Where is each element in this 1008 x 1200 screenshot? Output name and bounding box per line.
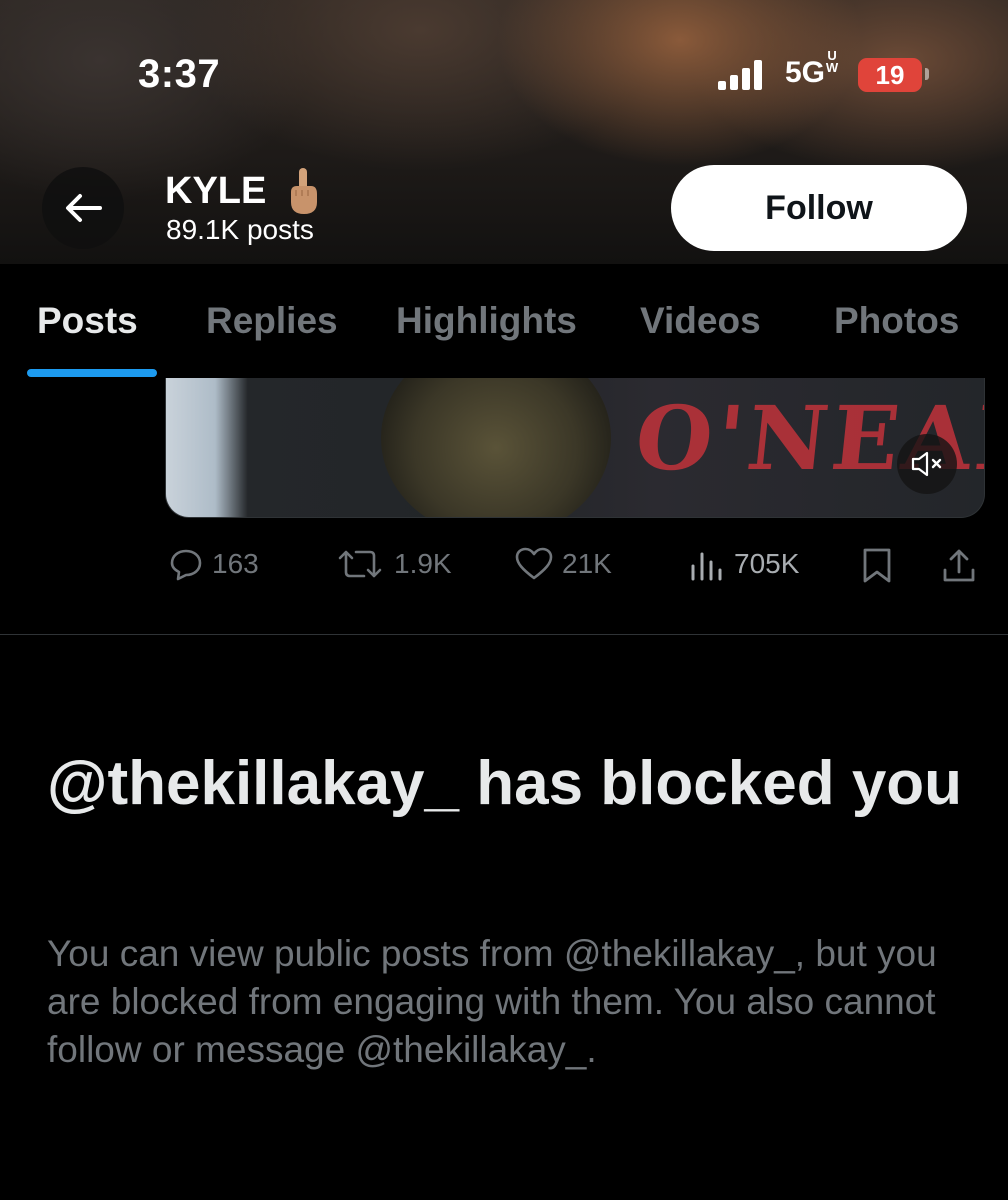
reply-count: 163	[212, 548, 259, 579]
post-action-bar: 163 1.9K 21K 705K	[0, 540, 1008, 590]
bookmark-button[interactable]	[860, 546, 902, 584]
repost-count: 1.9K	[394, 548, 452, 579]
like-action[interactable]: 21K	[514, 546, 612, 582]
tab-videos[interactable]: Videos	[640, 300, 761, 342]
blocked-notice-title: @thekillakay_ has blocked you	[47, 749, 963, 818]
mute-toggle-button[interactable]	[897, 434, 957, 494]
back-button[interactable]	[42, 167, 124, 249]
like-count: 21K	[562, 548, 612, 579]
battery-level: 19	[858, 58, 922, 92]
views-action[interactable]: 705K	[688, 546, 799, 582]
repost-icon	[338, 550, 382, 578]
speaker-muted-icon	[911, 451, 942, 477]
profile-posts-count: 89.1K posts	[166, 214, 314, 245]
reply-bubble-icon	[170, 549, 202, 581]
cellular-signal-icon	[718, 58, 768, 90]
network-sub-label: UW	[825, 48, 839, 75]
share-button[interactable]	[940, 546, 986, 586]
reply-action[interactable]: 163	[168, 546, 259, 582]
video-subject-face	[381, 378, 611, 517]
share-icon	[943, 549, 975, 582]
section-divider	[0, 634, 1008, 635]
network-indicator: 5GUW	[785, 48, 839, 89]
status-time: 3:37	[138, 52, 221, 96]
follow-button[interactable]: Follow	[671, 165, 967, 251]
bookmark-icon	[863, 548, 891, 583]
tab-photos[interactable]: Photos	[834, 300, 959, 342]
views-chart-icon	[691, 552, 722, 581]
tab-replies[interactable]: Replies	[206, 300, 338, 342]
middle-finger-emoji-icon	[291, 168, 317, 214]
arrow-left-icon	[66, 194, 102, 222]
tab-posts[interactable]: Posts	[37, 300, 138, 342]
views-count: 705K	[734, 548, 800, 579]
blocked-notice-description: You can view public posts from @thekilla…	[47, 933, 937, 1070]
active-tab-indicator	[27, 369, 157, 377]
profile-display-name: KYLE	[165, 170, 267, 212]
profile-header-banner: 3:37 5GUW 19 KYLE 89.1K posts Follow	[0, 0, 1008, 264]
battery-tip-icon	[925, 68, 929, 80]
profile-tabs: Posts Replies Highlights Videos Photos	[0, 264, 1008, 378]
repost-action[interactable]: 1.9K	[334, 546, 452, 582]
tab-highlights[interactable]: Highlights	[396, 300, 577, 342]
heart-icon	[515, 547, 553, 580]
post-media-video[interactable]: O'NEAL	[165, 378, 985, 518]
